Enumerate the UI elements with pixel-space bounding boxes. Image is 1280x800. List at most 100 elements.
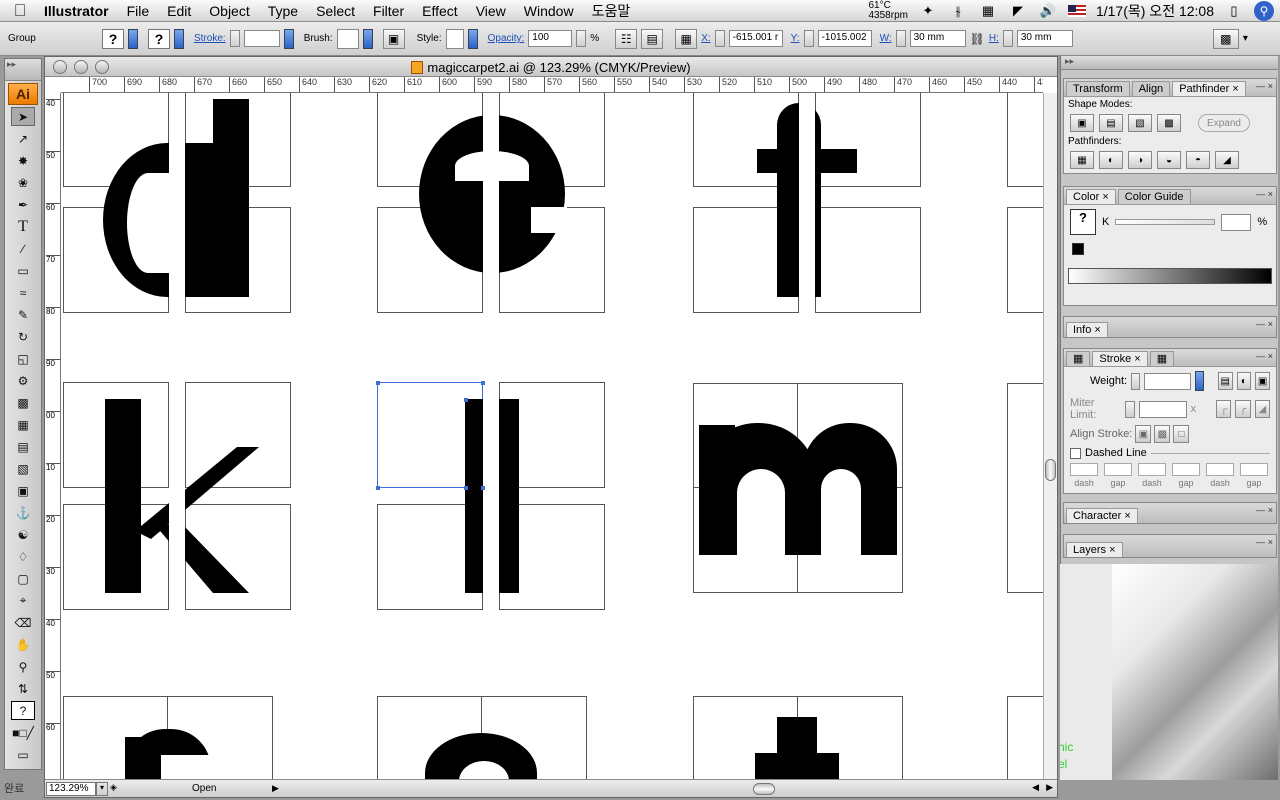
graph-tool-icon[interactable]: ▤ (11, 437, 35, 456)
fill-stroke-indicator-icon[interactable]: ? (11, 701, 35, 720)
menu-type[interactable]: Type (259, 0, 307, 22)
tab-layers[interactable]: Layers × (1066, 542, 1123, 557)
tab-color-guide[interactable]: Color Guide (1117, 189, 1191, 204)
opacity-label[interactable]: Opacity: (488, 33, 525, 44)
style-field[interactable] (445, 28, 464, 49)
style-dropdown-icon[interactable] (467, 28, 478, 49)
weight-stepper[interactable] (1131, 372, 1141, 390)
screen-mode-icon[interactable]: ▭ (11, 745, 35, 764)
volume-icon[interactable]: 🔊 (1038, 3, 1058, 19)
tab-pathfinder[interactable]: Pathfinder × (1172, 81, 1246, 96)
zoom-field[interactable]: 123.29% (46, 781, 96, 796)
scroll-right-icon[interactable]: ▶ (1046, 782, 1053, 793)
align-options-icon[interactable]: ▤ (641, 28, 664, 49)
panel-menu-icon[interactable]: — × (1256, 537, 1273, 547)
outline-icon[interactable]: ◓ (1186, 151, 1210, 169)
gap-field-1[interactable] (1104, 463, 1132, 476)
rectangle-tool-icon[interactable]: ▭ (11, 261, 35, 280)
w-stepper[interactable] (895, 30, 906, 47)
magic-wand-tool-icon[interactable]: ✸ (11, 151, 35, 170)
k-slider[interactable] (1115, 219, 1216, 225)
version-cue-icon[interactable]: ◈ (110, 782, 122, 796)
type-tool-icon[interactable]: T (11, 217, 35, 236)
menu-clock[interactable]: 1/17(목) 오전 12:08 (1096, 1, 1214, 21)
k-value-field[interactable] (1221, 213, 1252, 231)
tab-stroke[interactable]: Stroke × (1092, 351, 1148, 366)
eraser-tool-icon[interactable]: ⌫ (11, 613, 35, 632)
spaces-icon[interactable]: ✦ (918, 3, 938, 19)
panel-menu-icon[interactable]: — × (1256, 351, 1273, 361)
close-tab-icon[interactable]: × (1232, 83, 1238, 95)
y-label[interactable]: Y: (791, 33, 800, 44)
vertical-scroll-thumb[interactable] (1045, 459, 1056, 481)
temperature-readout[interactable]: 61°C 4358rpm (869, 0, 908, 21)
menu-edit[interactable]: Edit (158, 0, 200, 22)
close-tab-icon[interactable]: × (1134, 353, 1140, 365)
miter-join-icon[interactable]: ┌ (1216, 400, 1232, 418)
tile[interactable] (1007, 93, 1043, 187)
constrain-proportions-icon[interactable]: ⛓ (970, 32, 985, 46)
tile[interactable] (815, 207, 921, 313)
live-paint-tool-icon[interactable]: ♢ (11, 547, 35, 566)
expand-button[interactable]: Expand (1198, 114, 1250, 132)
projecting-cap-icon[interactable]: ▣ (1255, 372, 1271, 390)
menu-select[interactable]: Select (307, 0, 364, 22)
menu-object[interactable]: Object (200, 0, 258, 22)
color-mode-icon[interactable]: ■□╱ (11, 723, 35, 742)
live-paint-selection-tool-icon[interactable]: ▢ (11, 569, 35, 588)
dock-header[interactable]: ▸▸ (1061, 56, 1278, 70)
display-icon[interactable]: ▦ (978, 3, 998, 19)
eyedropper-tool-icon[interactable]: ⚓ (11, 503, 35, 522)
w-field[interactable]: 30 mm (909, 30, 966, 47)
panel-menu-icon[interactable]: — × (1256, 505, 1273, 515)
tile[interactable] (1007, 383, 1043, 593)
merge-icon[interactable]: ◑ (1128, 151, 1152, 169)
x-label[interactable]: X: (701, 33, 710, 44)
opacity-stepper[interactable] (576, 30, 587, 47)
fill-swatch[interactable]: ? (102, 28, 124, 49)
round-cap-icon[interactable]: ◐ (1236, 372, 1252, 390)
h-field[interactable]: 30 mm (1016, 30, 1073, 47)
paintbrush-tool-icon[interactable]: ≈ (11, 283, 35, 302)
brush-dropdown-icon[interactable] (362, 28, 373, 49)
stroke-label[interactable]: Stroke: (194, 33, 226, 44)
pen-tool-icon[interactable]: ✒ (11, 195, 35, 214)
horizontal-scrollbar[interactable]: ◀ ▶ (285, 781, 1057, 797)
tab-transform[interactable]: Transform (1066, 81, 1130, 96)
x-field[interactable]: -615.001 r (728, 30, 783, 47)
divide-icon[interactable]: ▦ (1070, 151, 1094, 169)
rotate-tool-icon[interactable]: ↻ (11, 327, 35, 346)
close-tab-icon[interactable]: × (1094, 324, 1100, 336)
selection-tool-icon[interactable]: ➤ (11, 107, 35, 126)
minus-front-icon[interactable]: ▤ (1099, 114, 1123, 132)
brush-field[interactable] (336, 28, 359, 49)
y-stepper[interactable] (803, 30, 814, 47)
input-flag-icon[interactable] (1067, 4, 1086, 17)
align-inside-icon[interactable]: ▩ (1154, 425, 1171, 443)
tab-collapsed-2[interactable]: ▦ (1149, 351, 1175, 366)
opacity-field[interactable]: 100 (528, 30, 573, 47)
close-tab-icon[interactable]: × (1102, 191, 1108, 203)
control-menu-icon[interactable]: ▾ (1243, 33, 1248, 44)
gradient-tool-icon[interactable]: ▣ (11, 481, 35, 500)
minus-back-icon[interactable]: ◢ (1215, 151, 1239, 169)
tab-collapsed-1[interactable]: ▦ (1066, 351, 1091, 366)
symbol-sprayer-tool-icon[interactable]: ▦ (11, 415, 35, 434)
crop-area-tool-icon[interactable]: ⌖ (11, 591, 35, 610)
dash-field-1[interactable] (1070, 463, 1098, 476)
document-title-bar[interactable]: magiccarpet2.ai @ 123.29% (CMYK/Preview) (45, 57, 1057, 77)
menu-help[interactable]: 도움말 (583, 0, 640, 22)
fill-stroke-swatch[interactable]: ? (1070, 209, 1096, 235)
mesh-tool-icon[interactable]: ▧ (11, 459, 35, 478)
last-color-swatch[interactable] (1064, 239, 1276, 262)
unite-icon[interactable]: ▣ (1070, 114, 1094, 132)
zoom-dropdown-icon[interactable]: ▾ (96, 781, 108, 796)
stroke-swatch[interactable]: ? (148, 28, 170, 49)
trim-icon[interactable]: ◐ (1099, 151, 1123, 169)
zoom-tool-icon[interactable]: ⚲ (11, 657, 35, 676)
warp-tool-icon[interactable]: ⚙ (11, 371, 35, 390)
reference-point-icon[interactable]: ▦ (675, 28, 698, 49)
line-tool-icon[interactable]: ∕ (11, 239, 35, 258)
wifi-icon[interactable]: ◤ (1008, 3, 1028, 19)
bluetooth-icon[interactable]: ⫳ (948, 3, 968, 19)
